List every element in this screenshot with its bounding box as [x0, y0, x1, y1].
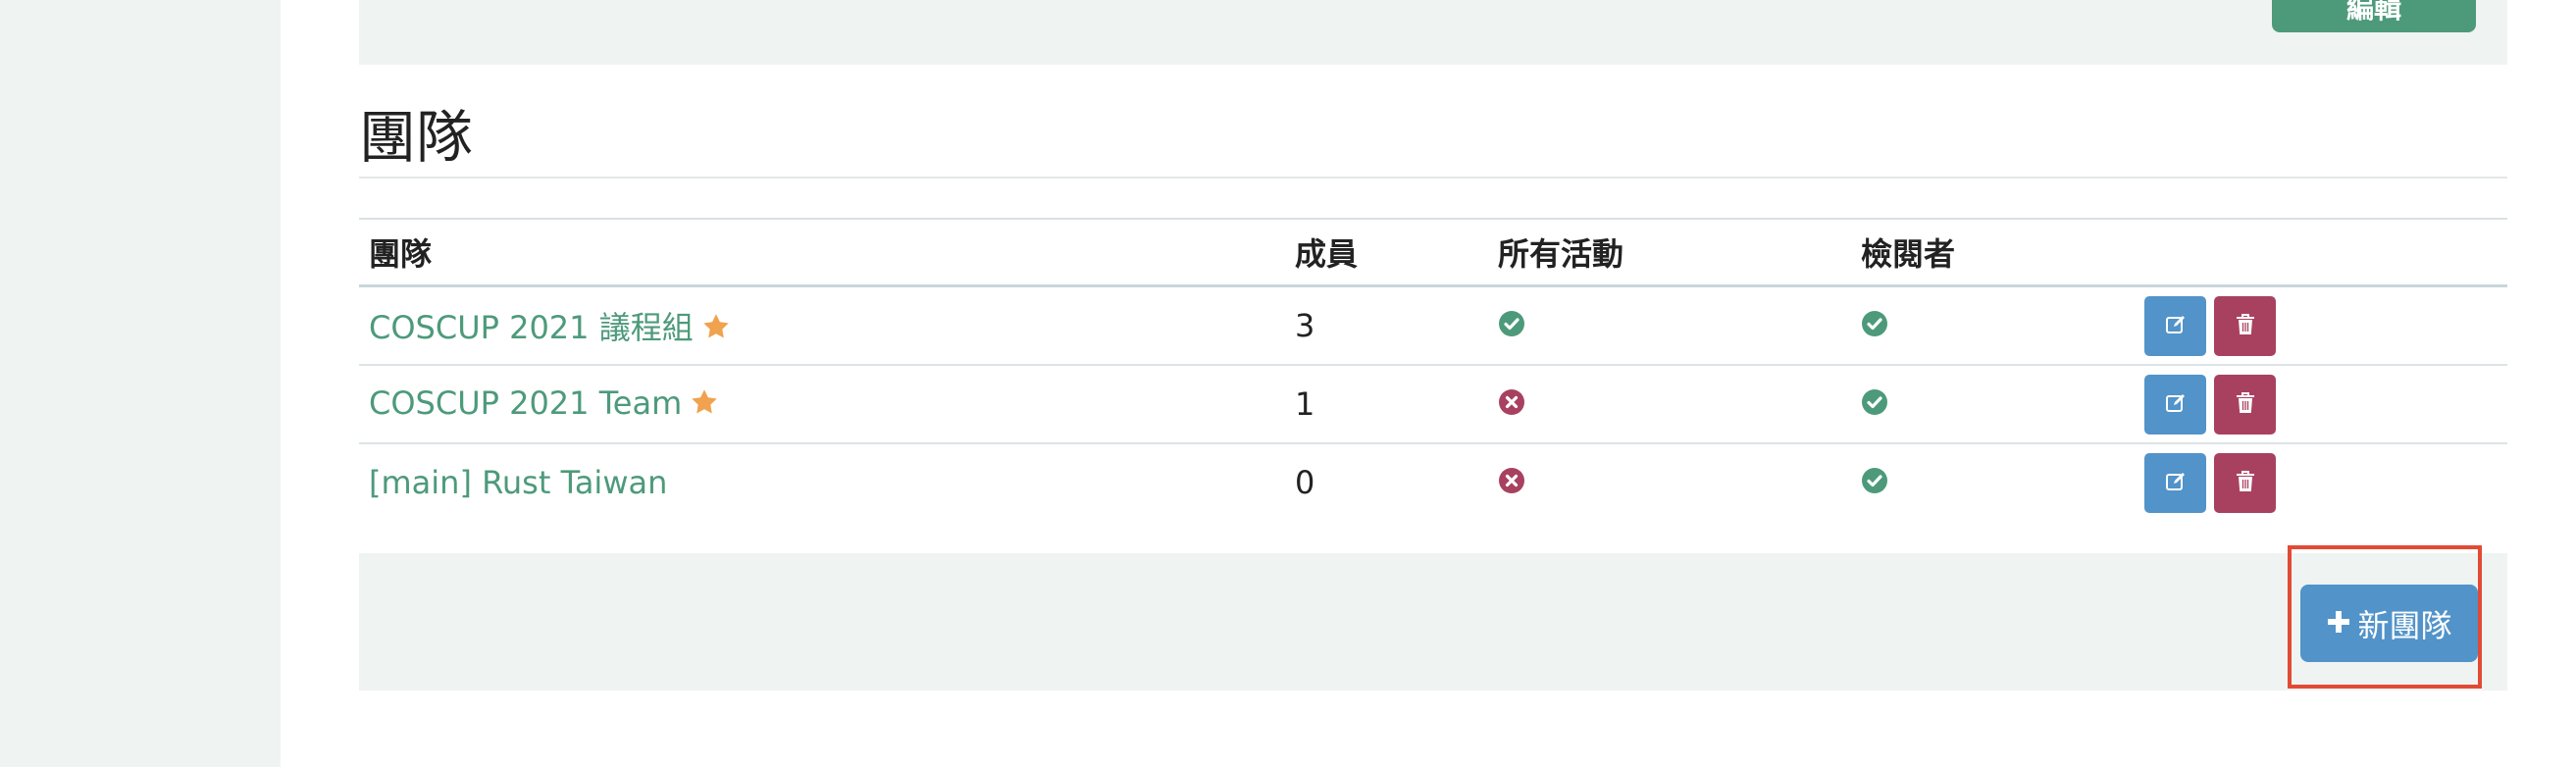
- times-circle-icon: [1498, 386, 1525, 424]
- main-content: 編輯 團隊 團隊 成員 所有活動 檢閱者 COSCUP 2021 議程組 3 COS…: [359, 0, 2507, 767]
- column-header-team: 團隊: [359, 218, 1285, 287]
- title-divider: [359, 177, 2507, 179]
- actions-cell: [2135, 365, 2507, 444]
- team-name-cell: COSCUP 2021 議程組: [359, 285, 1285, 366]
- check-circle-icon: [1861, 308, 1888, 345]
- top-panel: 編輯: [359, 0, 2507, 65]
- team-link[interactable]: [main] Rust Taiwan: [369, 464, 667, 501]
- reviewer-cell: [1851, 285, 2135, 366]
- edit-icon: [2164, 464, 2188, 501]
- table-row: COSCUP 2021 議程組 3: [359, 285, 2507, 366]
- teams-table-body: COSCUP 2021 議程組 3 COSCUP 2021 Team 1 [main] …: [359, 285, 2507, 522]
- edit-icon: [2164, 385, 2188, 423]
- star-icon: [701, 311, 731, 348]
- reviewer-cell: [1851, 443, 2135, 521]
- check-circle-icon: [1498, 308, 1525, 345]
- actions-cell: [2135, 285, 2507, 366]
- team-name-cell: [main] Rust Taiwan: [359, 443, 1285, 521]
- trash-icon: [2235, 464, 2256, 501]
- edit-profile-button[interactable]: 編輯: [2272, 0, 2476, 32]
- members-cell: 3: [1285, 285, 1488, 366]
- highlight-box: [2288, 545, 2482, 689]
- all-events-cell: [1488, 285, 1851, 366]
- trash-icon: [2235, 307, 2256, 344]
- table-header-row: 團隊 成員 所有活動 檢閱者: [359, 218, 2507, 287]
- edit-icon: [2164, 307, 2188, 344]
- trash-icon: [2235, 385, 2256, 423]
- team-link[interactable]: COSCUP 2021 議程組: [369, 309, 694, 346]
- page-title: 團隊: [359, 104, 474, 171]
- all-events-cell: [1488, 443, 1851, 521]
- edit-team-button[interactable]: [2144, 452, 2206, 513]
- delete-team-button[interactable]: [2214, 452, 2276, 513]
- column-header-members: 成員: [1285, 218, 1488, 287]
- check-circle-icon: [1861, 465, 1888, 502]
- times-circle-icon: [1498, 465, 1525, 502]
- column-header-actions: [2135, 218, 2507, 287]
- teams-table: 團隊 成員 所有活動 檢閱者 COSCUP 2021 議程組 3 COSCUP 20…: [359, 218, 2507, 521]
- team-name-cell: COSCUP 2021 Team: [359, 365, 1285, 444]
- footer-panel: 新團隊: [359, 553, 2507, 690]
- check-circle-icon: [1861, 386, 1888, 424]
- left-gutter: [0, 0, 281, 767]
- delete-team-button[interactable]: [2214, 295, 2276, 356]
- star-icon: [690, 386, 719, 424]
- all-events-cell: [1488, 365, 1851, 444]
- table-row: COSCUP 2021 Team 1: [359, 365, 2507, 444]
- members-cell: 1: [1285, 365, 1488, 444]
- edit-team-button[interactable]: [2144, 374, 2206, 435]
- table-row: [main] Rust Taiwan 0: [359, 443, 2507, 521]
- column-header-all-events: 所有活動: [1488, 218, 1851, 287]
- delete-team-button[interactable]: [2214, 374, 2276, 435]
- edit-team-button[interactable]: [2144, 295, 2206, 356]
- members-cell: 0: [1295, 464, 1315, 501]
- team-link[interactable]: COSCUP 2021 Team: [369, 384, 682, 422]
- column-header-reviewer: 檢閱者: [1851, 218, 2135, 287]
- reviewer-cell: [1851, 365, 2135, 444]
- actions-cell: [2135, 443, 2507, 521]
